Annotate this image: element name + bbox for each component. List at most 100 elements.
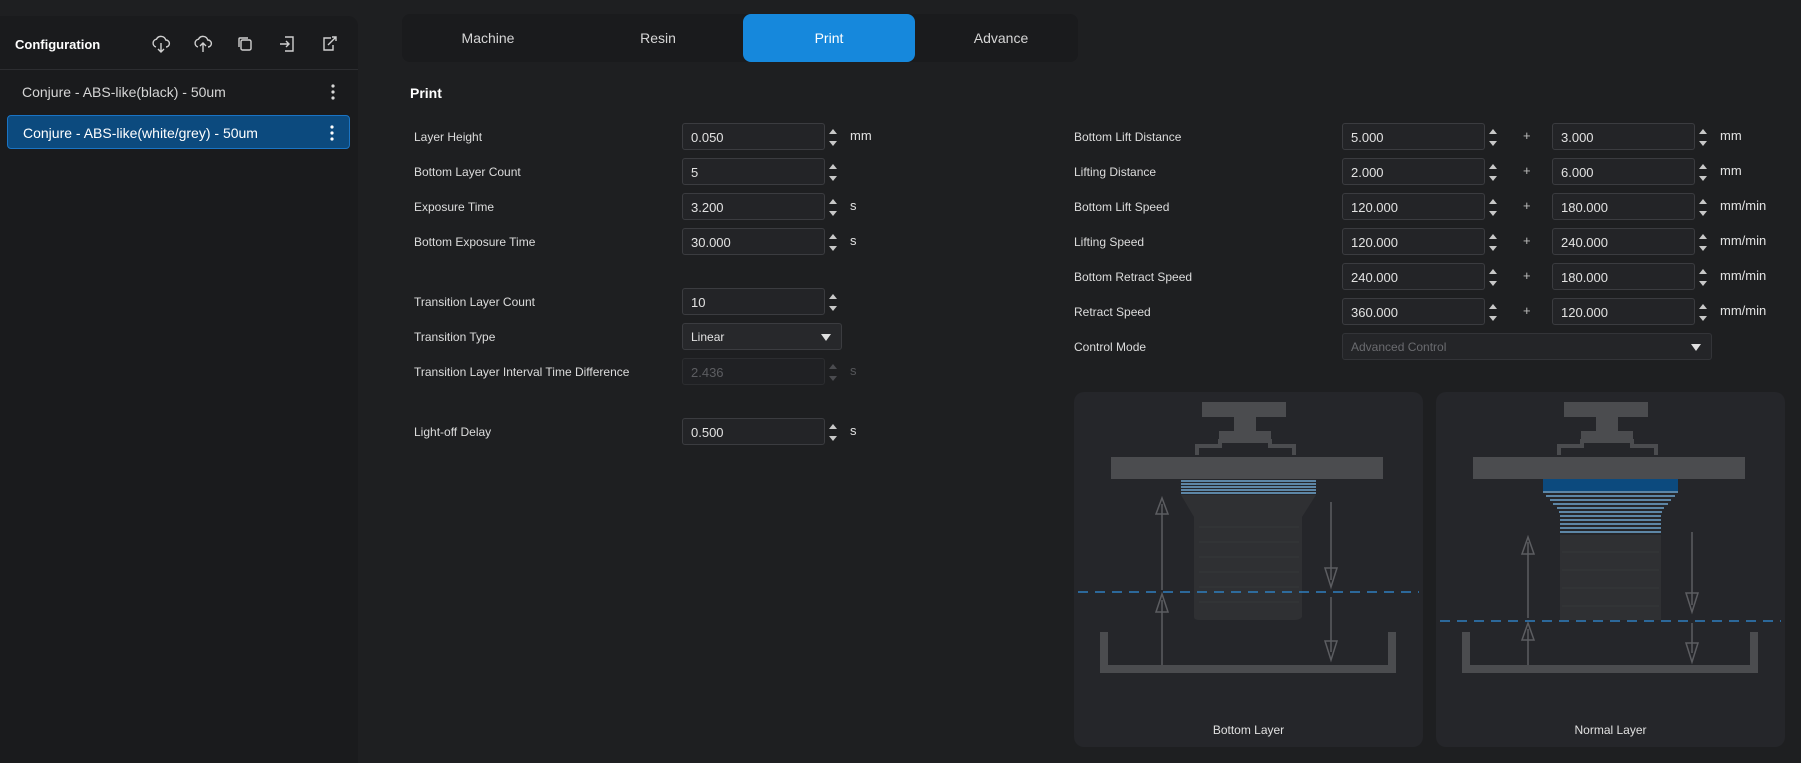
bottom-exposure-time-label: Bottom Exposure Time: [414, 235, 536, 249]
control-mode-label: Control Mode: [1074, 340, 1147, 354]
plus-sign: +: [1523, 128, 1531, 143]
more-options-icon[interactable]: [325, 123, 339, 143]
spin-arrows-icon[interactable]: [825, 229, 841, 256]
spin-arrows-icon[interactable]: [825, 194, 841, 221]
retract-speed-input-2[interactable]: 120.000: [1552, 298, 1707, 325]
spin-arrows-icon[interactable]: [1485, 124, 1501, 151]
bottom-lift-distance-input-2[interactable]: 3.000: [1552, 123, 1707, 150]
light-off-delay-unit: s: [850, 423, 857, 438]
lifting-distance-label: Lifting Distance: [1074, 165, 1157, 179]
exposure-time-unit: s: [850, 198, 857, 213]
print-settings-panel: Print Layer Height 0.050 mm Bottom Layer…: [402, 70, 1801, 763]
spin-arrows-icon[interactable]: [825, 289, 841, 316]
control-mode-select: Advanced Control: [1342, 333, 1712, 360]
sidebar-title: Configuration: [15, 37, 101, 52]
spin-arrows-icon[interactable]: [1695, 229, 1711, 256]
transition-interval-label: Transition Layer Interval Time Differenc…: [414, 365, 630, 379]
spin-arrows-icon[interactable]: [1485, 264, 1501, 291]
bottom-lift-speed-unit: mm/min: [1720, 198, 1767, 213]
spin-arrows-icon[interactable]: [1485, 229, 1501, 256]
section-title: Print: [410, 85, 442, 101]
bottom-lift-speed-input-1[interactable]: 120.000: [1342, 193, 1497, 220]
spin-arrows-icon[interactable]: [825, 419, 841, 446]
spin-arrows-icon[interactable]: [1695, 194, 1711, 221]
exposure-time-label: Exposure Time: [414, 200, 495, 214]
bottom-lift-distance-input-1[interactable]: 5.000: [1342, 123, 1497, 150]
plus-sign: +: [1523, 163, 1531, 178]
lifting-speed-input-2[interactable]: 240.000: [1552, 228, 1707, 255]
spin-arrows-icon[interactable]: [1485, 299, 1501, 326]
bottom-layer-illustration: [1078, 402, 1419, 673]
preset-item[interactable]: Conjure - ABS-like(black) - 50um: [7, 75, 350, 109]
bottom-lift-distance-unit: mm: [1720, 128, 1742, 143]
plus-sign: +: [1523, 303, 1531, 318]
spin-arrows-icon[interactable]: [1695, 124, 1711, 151]
transition-layer-count-label: Transition Layer Count: [414, 295, 535, 309]
spin-arrows-icon[interactable]: [1485, 159, 1501, 186]
app-window: Configuration Conjure - ABS-like(black) …: [0, 0, 1801, 763]
diagram-caption: Normal Layer: [1574, 723, 1647, 737]
tab-advance[interactable]: Advance: [915, 14, 1087, 62]
bottom-lift-speed-input-2[interactable]: 180.000: [1552, 193, 1707, 220]
transition-interval-unit: s: [850, 363, 857, 378]
spin-arrows-icon[interactable]: [1695, 159, 1711, 186]
preset-label: Conjure - ABS-like(white/grey) - 50um: [23, 125, 258, 141]
bottom-layer-diagram: Bottom Layer: [1074, 392, 1423, 747]
layer-height-input[interactable]: 0.050: [682, 123, 837, 150]
plus-sign: +: [1523, 233, 1531, 248]
retract-speed-input-1[interactable]: 360.000: [1342, 298, 1497, 325]
export-icon[interactable]: [318, 33, 340, 55]
tab-resin[interactable]: Resin: [572, 14, 744, 62]
transition-type-select[interactable]: Linear: [682, 323, 842, 350]
spin-arrows-icon[interactable]: [1485, 194, 1501, 221]
lifting-distance-input-2[interactable]: 6.000: [1552, 158, 1707, 185]
exposure-time-input[interactable]: 3.200: [682, 193, 837, 220]
bottom-layer-count-input[interactable]: 5: [682, 158, 837, 185]
normal-layer-illustration: [1440, 402, 1781, 673]
spin-arrows-icon[interactable]: [1695, 299, 1711, 326]
configuration-sidebar: Configuration Conjure - ABS-like(black) …: [0, 16, 358, 763]
transition-type-label: Transition Type: [414, 330, 496, 344]
more-options-icon[interactable]: [326, 82, 340, 102]
settings-tabs: Machine Resin Print Advance: [402, 14, 1078, 62]
lifting-speed-label: Lifting Speed: [1074, 235, 1145, 249]
spin-arrows-icon[interactable]: [825, 124, 841, 151]
bottom-lift-speed-label: Bottom Lift Speed: [1074, 200, 1170, 214]
spin-arrows-icon[interactable]: [1695, 264, 1711, 291]
bottom-retract-speed-input-1[interactable]: 240.000: [1342, 263, 1497, 290]
cloud-download-icon[interactable]: [150, 33, 172, 55]
bottom-retract-speed-unit: mm/min: [1720, 268, 1767, 283]
lifting-speed-unit: mm/min: [1720, 233, 1767, 248]
bottom-layer-count-label: Bottom Layer Count: [414, 165, 521, 179]
spin-arrows-icon: [825, 359, 841, 386]
chevron-down-icon: [821, 334, 831, 341]
copy-icon[interactable]: [234, 33, 256, 55]
layer-height-unit: mm: [850, 128, 872, 143]
import-icon[interactable]: [276, 33, 298, 55]
preset-item-selected[interactable]: Conjure - ABS-like(white/grey) - 50um: [7, 115, 350, 149]
lifting-distance-unit: mm: [1720, 163, 1742, 178]
bottom-exposure-time-unit: s: [850, 233, 857, 248]
retract-speed-unit: mm/min: [1720, 303, 1767, 318]
normal-layer-diagram: Normal Layer: [1436, 392, 1785, 747]
tab-print[interactable]: Print: [743, 14, 915, 62]
spin-arrows-icon[interactable]: [825, 159, 841, 186]
chevron-down-icon: [1691, 344, 1701, 351]
retract-speed-label: Retract Speed: [1074, 305, 1151, 319]
plus-sign: +: [1523, 198, 1531, 213]
lifting-speed-input-1[interactable]: 120.000: [1342, 228, 1497, 255]
cloud-upload-icon[interactable]: [192, 33, 214, 55]
sidebar-header: Configuration: [0, 16, 358, 70]
tab-machine[interactable]: Machine: [402, 14, 574, 62]
bottom-retract-speed-input-2[interactable]: 180.000: [1552, 263, 1707, 290]
bottom-retract-speed-label: Bottom Retract Speed: [1074, 270, 1193, 284]
plus-sign: +: [1523, 268, 1531, 283]
preset-label: Conjure - ABS-like(black) - 50um: [22, 84, 226, 100]
light-off-delay-input[interactable]: 0.500: [682, 418, 837, 445]
light-off-delay-label: Light-off Delay: [414, 425, 492, 439]
bottom-exposure-time-input[interactable]: 30.000: [682, 228, 837, 255]
transition-layer-count-input[interactable]: 10: [682, 288, 837, 315]
lifting-distance-input-1[interactable]: 2.000: [1342, 158, 1497, 185]
diagram-caption: Bottom Layer: [1212, 723, 1285, 737]
transition-interval-input: 2.436: [682, 358, 837, 385]
